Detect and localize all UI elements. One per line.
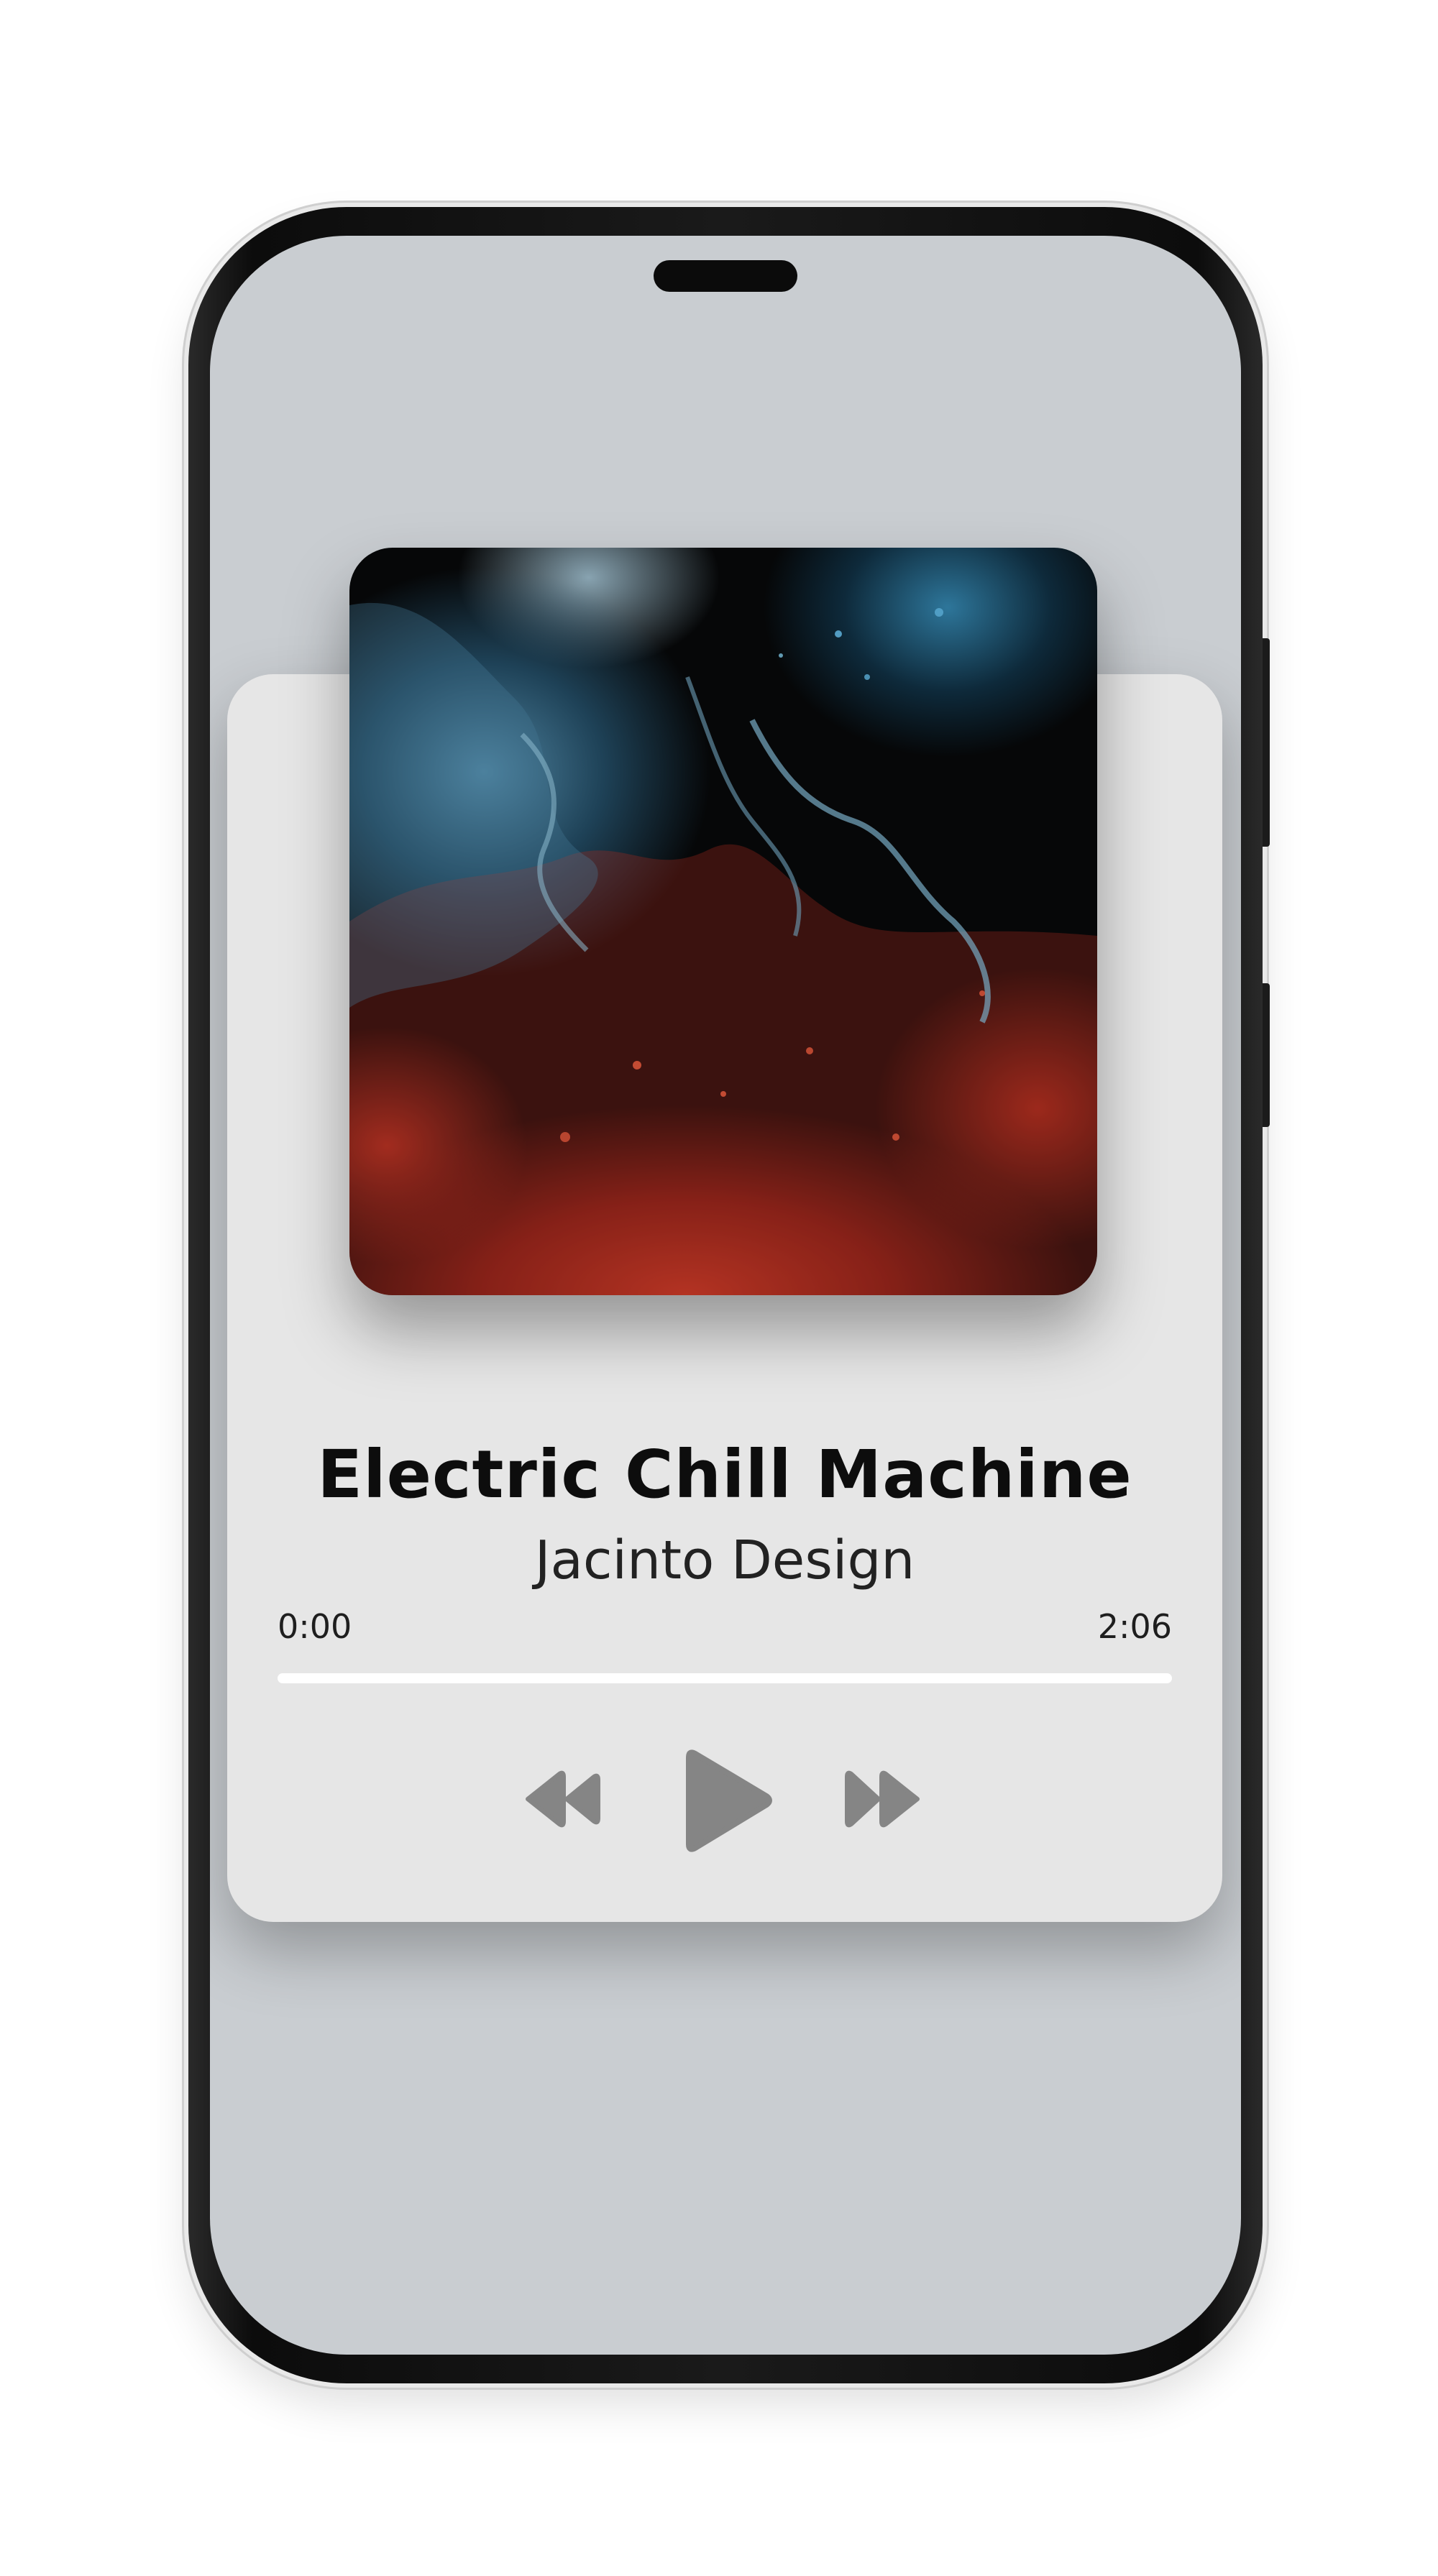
track-duration: 2:06: [1097, 1607, 1172, 1646]
volume-button: [1263, 638, 1270, 847]
play-button[interactable]: [679, 1749, 772, 1853]
album-artwork: [349, 548, 1097, 1295]
stage: Electric Chill Machine Jacinto Design 0:…: [0, 0, 1438, 2576]
current-time: 0:00: [278, 1607, 352, 1646]
rewind-icon: [526, 1770, 600, 1828]
music-player-card: Electric Chill Machine Jacinto Design 0:…: [227, 548, 1222, 1922]
play-icon: [686, 1749, 772, 1852]
rewind-button[interactable]: [522, 1767, 601, 1831]
earpiece-speaker: [654, 260, 797, 292]
artist-name: Jacinto Design: [534, 1530, 915, 1591]
fast-forward-button[interactable]: [844, 1767, 923, 1831]
fast-forward-icon: [845, 1770, 920, 1828]
progress-bar[interactable]: [278, 1673, 1172, 1683]
power-button: [1263, 983, 1270, 1127]
track-title: Electric Chill Machine: [317, 1436, 1132, 1513]
phone-device: Electric Chill Machine Jacinto Design 0:…: [188, 207, 1270, 2383]
phone-screen: Electric Chill Machine Jacinto Design 0:…: [210, 236, 1241, 2355]
